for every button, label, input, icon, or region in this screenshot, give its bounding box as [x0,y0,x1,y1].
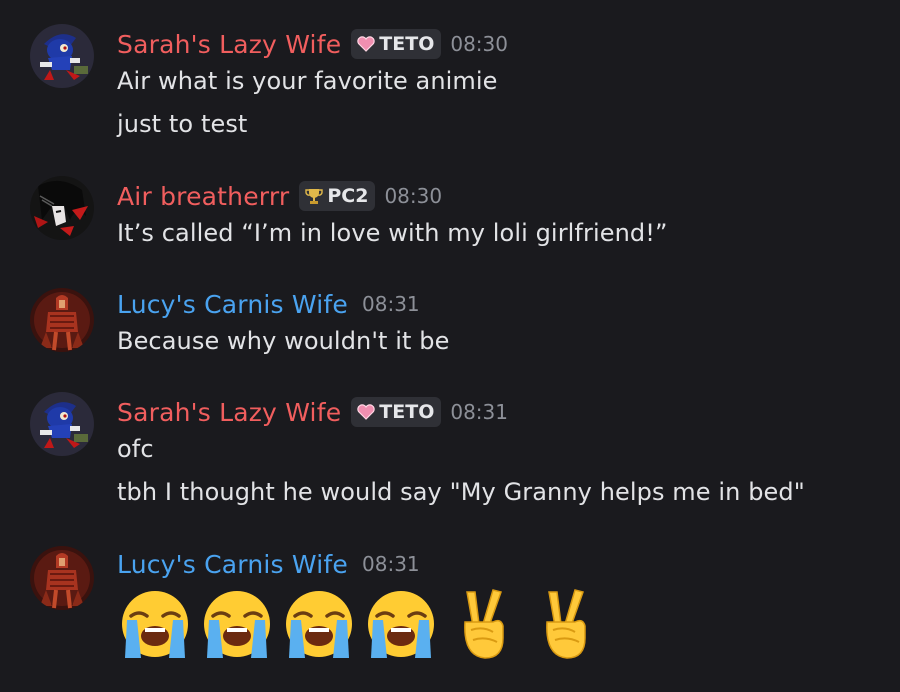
anime-avatar[interactable] [30,176,94,240]
victory-hand-icon[interactable] [527,586,603,662]
message-header: Sarah's Lazy Wife TETO 08:30 [117,27,508,61]
tag-label: TETO [379,401,435,423]
trophy-icon [305,187,324,205]
message-text: just to test [117,110,248,138]
sonic-avatar[interactable] [30,392,94,456]
tag-label: TETO [379,33,435,55]
loudly-crying-face-icon[interactable] [281,586,357,662]
loudly-crying-face-icon[interactable] [199,586,275,662]
message-text: Because why wouldn't it be [117,327,450,355]
message-text: It’s called “I’m in love with my loli gi… [117,219,668,247]
message-text: Air what is your favorite animie [117,67,498,95]
username[interactable]: Sarah's Lazy Wife [117,30,341,59]
timestamp[interactable]: 08:31 [362,552,420,576]
timestamp[interactable]: 08:31 [362,292,420,316]
timestamp[interactable]: 08:30 [450,32,508,56]
loudly-crying-face-icon[interactable] [117,586,193,662]
message-header: Air breatherrr PC2 08:30 [117,179,442,213]
message-text: tbh I thought he would say "My Granny he… [117,478,805,506]
message-header: Lucy's Carnis Wife 08:31 [117,287,420,321]
server-tag[interactable]: TETO [351,397,442,427]
tag-label: PC2 [327,185,369,207]
message-text: ofc [117,435,154,463]
username[interactable]: Sarah's Lazy Wife [117,398,341,427]
pink-heart-icon [357,404,375,420]
username[interactable]: Lucy's Carnis Wife [117,550,348,579]
pink-heart-icon [357,36,375,52]
loudly-crying-face-icon[interactable] [363,586,439,662]
server-tag[interactable]: TETO [351,29,442,59]
server-tag[interactable]: PC2 [299,181,376,211]
message-header: Lucy's Carnis Wife 08:31 [117,547,420,581]
emoji-row [117,586,609,662]
message-header: Sarah's Lazy Wife TETO 08:31 [117,395,508,429]
carnis-avatar[interactable] [30,546,94,610]
timestamp[interactable]: 08:31 [450,400,508,424]
carnis-avatar[interactable] [30,288,94,352]
username[interactable]: Lucy's Carnis Wife [117,290,348,319]
username[interactable]: Air breatherrr [117,182,289,211]
sonic-avatar[interactable] [30,24,94,88]
victory-hand-icon[interactable] [445,586,521,662]
timestamp[interactable]: 08:30 [384,184,442,208]
